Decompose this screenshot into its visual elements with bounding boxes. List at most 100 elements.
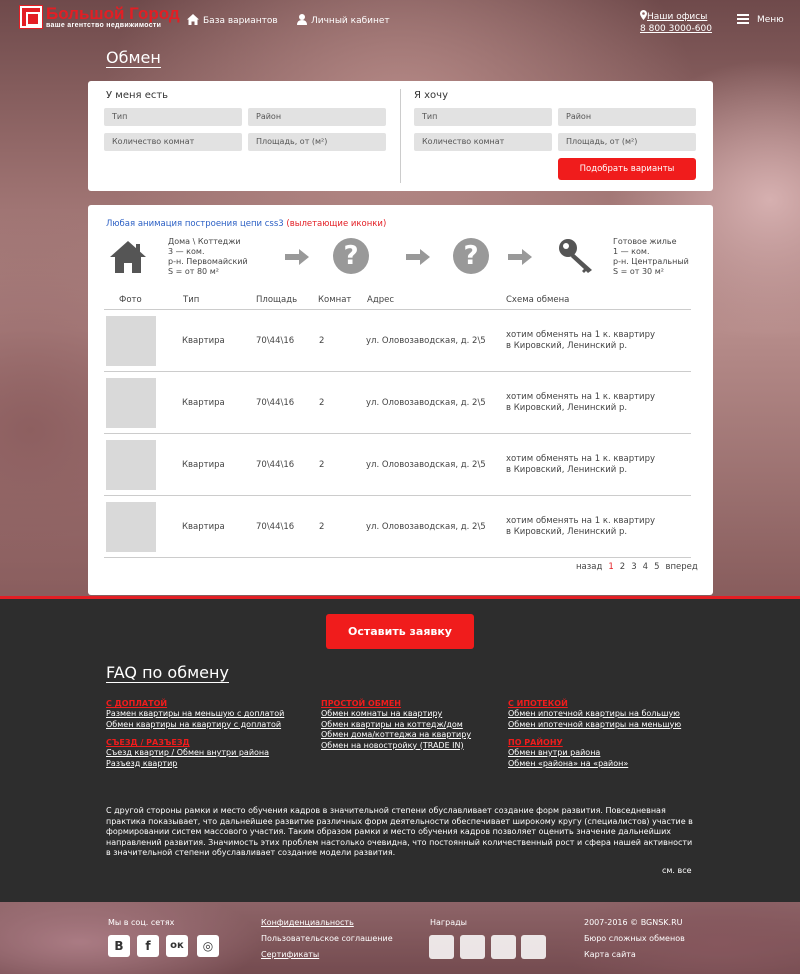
privacy-link[interactable]: Конфиденциальность	[261, 918, 354, 927]
faq-link[interactable]: Обмен на новостройку (TRADE IN)	[321, 741, 471, 752]
nav-personal-cabinet[interactable]: Личный кабинет	[297, 14, 390, 28]
chain-link-note: (вылетающие иконки)	[286, 219, 387, 229]
column-header-photo: Фото	[119, 295, 142, 305]
row-rooms: 2	[319, 460, 325, 470]
have-area-field[interactable]: Площадь, от (м²)	[248, 133, 386, 151]
faq-link[interactable]: Обмен квартиры на квартиру с доплатой	[106, 720, 284, 731]
row-area: 70\44\16	[256, 336, 295, 346]
logo[interactable]: Большой Город ваше агентство недвижимост…	[19, 5, 180, 29]
faq-link[interactable]: Обмен комнаты на квартиру	[321, 709, 471, 720]
have-rooms-field[interactable]: Количество комнат	[104, 133, 242, 151]
pagination-page[interactable]: 5	[654, 562, 659, 572]
table-row[interactable]: Квартира 70\44\16 2 ул. Оловозаводская, …	[104, 372, 691, 434]
faq-column: ПРОСТОЙ ОБМЕН Обмен комнаты на квартиру …	[321, 699, 471, 759]
have-line: р-н. Первомайский	[168, 257, 248, 266]
user-icon	[297, 14, 307, 28]
user-agreement-link[interactable]: Пользовательское соглашение	[261, 934, 393, 943]
listing-photo[interactable]	[106, 316, 156, 366]
facebook-icon[interactable]: f	[137, 935, 159, 957]
award-badge[interactable]	[491, 935, 516, 959]
see-all-link[interactable]: см. все	[662, 866, 692, 875]
faq-link[interactable]: Обмен квартиры на коттедж/дом	[321, 720, 471, 731]
pagination-prev[interactable]: назад	[576, 562, 602, 572]
menu-button[interactable]: Меню	[737, 14, 784, 26]
listing-photo[interactable]	[106, 378, 156, 428]
award-badge[interactable]	[429, 935, 454, 959]
scheme-line: в Кировский, Ленинский р.	[506, 527, 628, 537]
social-title: Мы в соц. сетях	[108, 918, 175, 927]
column-header-address: Адрес	[367, 295, 394, 305]
faq-link[interactable]: Разъезд квартир	[106, 759, 284, 770]
faq-category[interactable]: СЪЕЗД / РАЗЪЕЗД	[106, 738, 284, 747]
faq-link[interactable]: Съезд квартир / Обмен внутри района	[106, 748, 284, 759]
phone-link[interactable]: 8 800 3000-600	[640, 24, 712, 34]
award-badge[interactable]	[521, 935, 546, 959]
table-row[interactable]: Квартира 70\44\16 2 ул. Оловозаводская, …	[104, 496, 691, 558]
offices-link[interactable]: Наши офисы	[647, 12, 707, 22]
vk-icon[interactable]: В	[108, 935, 130, 957]
faq-link[interactable]: Обмен дома/коттеджа на квартиру	[321, 730, 471, 741]
have-district-field[interactable]: Район	[248, 108, 386, 126]
want-district-field[interactable]: Район	[558, 108, 696, 126]
want-title: Я хочу	[414, 90, 448, 101]
row-area: 70\44\16	[256, 460, 295, 470]
nav-personal-cabinet-label: Личный кабинет	[311, 16, 390, 26]
want-type-field[interactable]: Тип	[414, 108, 552, 126]
sitemap-link[interactable]: Карта сайта	[584, 950, 636, 959]
odnoklassniki-icon[interactable]: ок	[166, 935, 188, 957]
faq-link[interactable]: Обмен внутри района	[508, 748, 681, 759]
nav-base-variants[interactable]: База вариантов	[187, 14, 278, 28]
hamburger-icon	[737, 14, 749, 26]
have-line: S = от 80 м²	[168, 267, 219, 276]
logo-subtitle: ваше агентство недвижимости	[46, 22, 162, 29]
want-area-field[interactable]: Площадь, от (м²)	[558, 133, 696, 151]
pagination-page[interactable]: 1	[608, 562, 613, 572]
want-line: S = от 30 м²	[613, 267, 664, 276]
arrow-right-icon	[406, 249, 430, 265]
have-type-field[interactable]: Тип	[104, 108, 242, 126]
submit-request-button[interactable]: Оставить заявку	[326, 614, 474, 649]
pagination-page[interactable]: 4	[643, 562, 648, 572]
row-scheme: хотим обменять на 1 к. квартиру в Кировск…	[506, 310, 655, 372]
have-line: 3 — ком.	[168, 247, 205, 256]
listing-photo[interactable]	[106, 440, 156, 490]
site-header: Большой Город ваше агентство недвижимост…	[0, 0, 800, 40]
table-row[interactable]: Квартира 70\44\16 2 ул. Оловозаводская, …	[104, 434, 691, 496]
bureau-link[interactable]: Бюро сложных обменов	[584, 934, 685, 943]
faq-link[interactable]: Обмен «района» на «район»	[508, 759, 681, 770]
pagination: назад 1 2 3 4 5 вперед	[576, 562, 704, 572]
want-line: Готовое жилье	[613, 237, 677, 246]
certificates-link[interactable]: Сертификаты	[261, 950, 319, 959]
pagination-page[interactable]: 2	[620, 562, 625, 572]
faq-category[interactable]: ПО РАЙОНУ	[508, 738, 681, 747]
arrow-right-icon	[285, 249, 309, 265]
filter-divider	[400, 89, 401, 183]
faq-category[interactable]: С ИПОТЕКОЙ	[508, 699, 681, 708]
listing-photo[interactable]	[106, 502, 156, 552]
find-variants-button[interactable]: Подобрать варианты	[558, 158, 696, 180]
faq-link[interactable]: Размен квартиры на меньшую с доплатой	[106, 709, 284, 720]
have-line: Дома \ Коттеджи	[168, 237, 241, 246]
award-badge[interactable]	[460, 935, 485, 959]
row-address: ул. Оловозаводская, д. 2\5	[366, 522, 486, 532]
faq-category[interactable]: С ДОПЛАТОЙ	[106, 699, 284, 708]
row-type: Квартира	[182, 522, 225, 532]
chain-animation-link[interactable]: Любая анимация построения цепи css3 (выл…	[106, 219, 386, 229]
row-rooms: 2	[319, 336, 325, 346]
pagination-page[interactable]: 3	[631, 562, 636, 572]
results-panel: Любая анимация построения цепи css3 (выл…	[88, 205, 713, 595]
menu-label: Меню	[757, 15, 784, 25]
want-description: Готовое жилье 1 — ком. р-н. Центральный …	[613, 237, 689, 277]
faq-category[interactable]: ПРОСТОЙ ОБМЕН	[321, 699, 471, 708]
row-type: Квартира	[182, 460, 225, 470]
want-rooms-field[interactable]: Количество комнат	[414, 133, 552, 151]
page-title: Обмен	[106, 48, 161, 68]
seo-text: С другой стороны рамки и место обучения …	[106, 806, 693, 857]
table-row[interactable]: Квартира 70\44\16 2 ул. Оловозаводская, …	[104, 310, 691, 372]
pagination-next[interactable]: вперед	[665, 562, 697, 572]
row-scheme: хотим обменять на 1 к. квартиру в Кировск…	[506, 372, 655, 434]
faq-link[interactable]: Обмен ипотечной квартиры на меньшую	[508, 720, 681, 731]
scheme-line: хотим обменять на 1 к. квартиру	[506, 392, 656, 402]
instagram-icon[interactable]: ◎	[197, 935, 219, 957]
faq-link[interactable]: Обмен ипотечной квартиры на большую	[508, 709, 681, 720]
